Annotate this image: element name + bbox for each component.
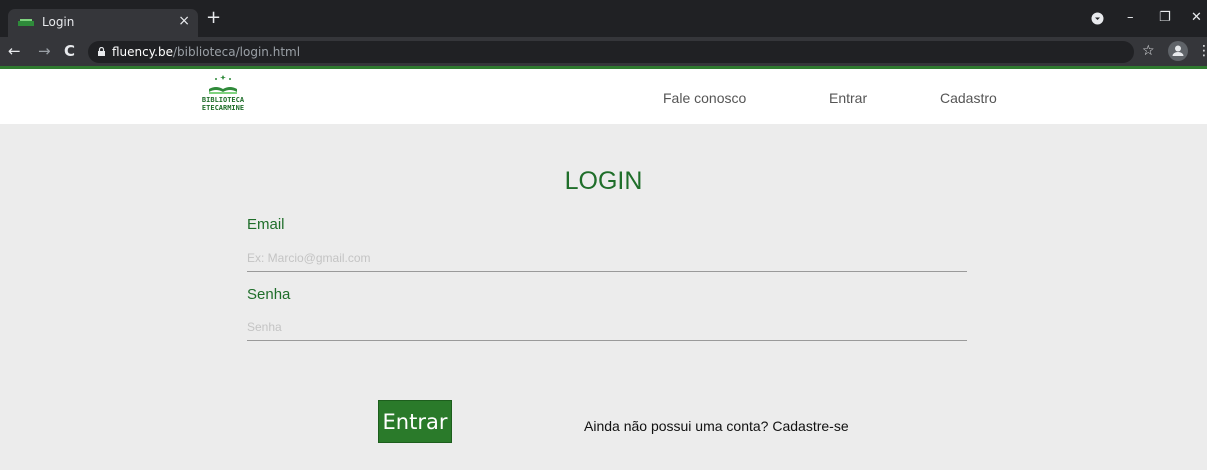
profile-dropdown-icon[interactable] <box>1091 12 1104 25</box>
browser-menu-icon[interactable]: ⋮ <box>1197 43 1207 59</box>
login-submit-button[interactable]: Entrar <box>378 400 452 443</box>
reload-icon[interactable]: C <box>64 42 75 60</box>
book-favicon-icon <box>18 19 34 26</box>
site-logo[interactable]: BIBLIOTECA ETECARMINE <box>193 75 253 119</box>
browser-toolbar: ← → C fluency.be/biblioteca/login.html ☆… <box>0 37 1207 66</box>
logo-line2: ETECARMINE <box>201 104 245 112</box>
back-icon[interactable]: ← <box>8 42 21 60</box>
new-tab-button[interactable]: + <box>206 9 221 27</box>
browser-tab[interactable]: Login × <box>8 9 198 37</box>
address-bar[interactable]: fluency.be/biblioteca/login.html <box>88 41 1134 63</box>
forward-icon[interactable]: → <box>38 42 51 60</box>
email-field[interactable] <box>247 245 967 272</box>
password-label: Senha <box>247 286 291 303</box>
lock-icon <box>98 47 105 56</box>
minimize-icon[interactable]: – <box>1127 10 1134 25</box>
window-close-icon[interactable]: ✕ <box>1191 10 1202 25</box>
profile-avatar-icon[interactable] <box>1168 41 1188 61</box>
logo-line1: BIBLIOTECA <box>201 96 245 104</box>
password-field[interactable] <box>247 314 967 341</box>
url-text: fluency.be/biblioteca/login.html <box>112 45 300 59</box>
url-path: /biblioteca/login.html <box>172 45 301 59</box>
browser-tab-bar: Login × + – ❐ ✕ <box>0 0 1207 37</box>
bookmark-star-icon[interactable]: ☆ <box>1142 43 1155 59</box>
page-title: LOGIN <box>564 167 643 195</box>
signup-link[interactable]: Ainda não possui uma conta? Cadastre-se <box>584 418 849 434</box>
email-label: Email <box>247 216 285 233</box>
nav-login-link[interactable]: Entrar <box>829 90 867 106</box>
tab-close-icon[interactable]: × <box>178 13 190 29</box>
open-book-logo-icon <box>209 75 237 94</box>
nav-signup-link[interactable]: Cadastro <box>940 90 997 106</box>
site-header: BIBLIOTECA ETECARMINE Fale conosco Entra… <box>0 69 1207 124</box>
nav-contact-link[interactable]: Fale conosco <box>663 90 746 106</box>
url-host: fluency.be <box>112 45 173 59</box>
tab-title: Login <box>42 15 75 29</box>
restore-icon[interactable]: ❐ <box>1159 10 1171 25</box>
